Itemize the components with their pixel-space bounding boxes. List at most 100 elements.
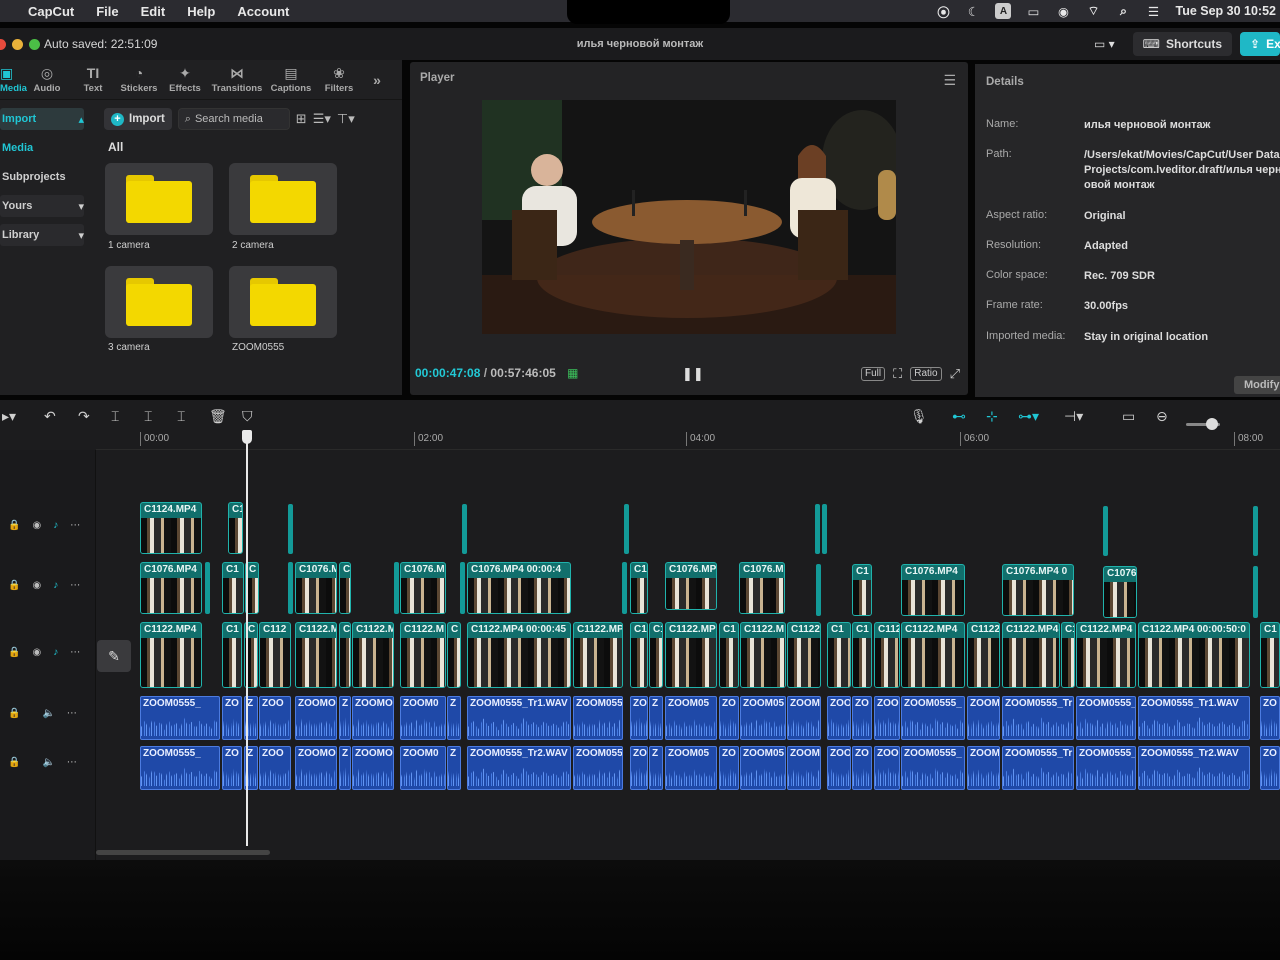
audio-clip[interactable]: ZOOM05 (665, 746, 717, 790)
lock-icon[interactable]: 🔒 (8, 580, 20, 591)
audio-clip[interactable]: Z (649, 696, 663, 740)
clip-marker[interactable] (624, 504, 629, 554)
audio-clip[interactable]: ZOOM0 (400, 696, 446, 740)
audio-clip[interactable]: ZOOM0555_Tr (1002, 696, 1074, 740)
video-clip[interactable]: C1 (719, 622, 739, 688)
moon-icon[interactable]: ☾ (965, 3, 981, 19)
export-button[interactable]: ⇪ Ex (1240, 32, 1280, 56)
import-button[interactable]: + Import (104, 108, 172, 130)
video-clip[interactable]: C1122.M (400, 622, 446, 688)
eye-icon[interactable]: ◉ (32, 580, 41, 591)
video-clip[interactable]: C112 (259, 622, 291, 688)
more-icon[interactable]: ⋯ (70, 520, 80, 531)
video-clip[interactable]: C1124.MP4 (140, 502, 202, 554)
tab-audio[interactable]: ◎ Audio (24, 65, 70, 94)
video-clip[interactable]: C (339, 622, 351, 688)
clip-marker[interactable] (1103, 506, 1108, 556)
control-center-icon[interactable]: ☰ (1145, 3, 1161, 19)
video-clip[interactable]: C1076.MP4 (901, 564, 965, 616)
shortcuts-button[interactable]: ⌨ Shortcuts (1132, 32, 1232, 56)
clip-marker[interactable] (622, 562, 627, 614)
video-clip[interactable]: C1 (222, 562, 244, 614)
preview-axis-icon[interactable]: ⊶▾ (1018, 408, 1039, 425)
video-clip[interactable]: C1122.MP4 (1002, 622, 1060, 688)
audio-link-icon[interactable]: ♪ (53, 520, 58, 531)
user-switch-icon[interactable]: ◉ (1055, 3, 1071, 19)
search-icon[interactable]: ⌕ (1115, 3, 1131, 19)
video-clip[interactable]: C1 (827, 622, 851, 688)
video-clip[interactable]: C1 (1061, 622, 1075, 688)
keyboard-layout-icon[interactable]: A (995, 3, 1012, 19)
link-clips-icon[interactable]: ⊷ (952, 408, 966, 425)
eye-icon[interactable]: ◉ (32, 520, 41, 531)
clip-marker[interactable] (1253, 506, 1258, 556)
audio-clip[interactable]: ZOOM0555_ (901, 696, 965, 740)
timeline-ruler[interactable]: 00:00 02:00 04:00 06:00 08:00 (96, 430, 1280, 450)
microphone-icon[interactable]: 🎙 (910, 408, 928, 425)
audio-clip[interactable]: ZOOM0555_ (1076, 696, 1136, 740)
video-clip[interactable]: C1122 (967, 622, 1000, 688)
media-filter-all[interactable]: All (108, 140, 123, 154)
audio-clip[interactable]: ZOOM (967, 696, 1000, 740)
video-clip[interactable]: C (339, 562, 351, 614)
audio-clip[interactable]: ZO (222, 696, 242, 740)
video-clip[interactable]: C1076 (1103, 566, 1137, 618)
video-clip[interactable]: C1122.MP (573, 622, 623, 688)
eye-icon[interactable]: ◉ (32, 647, 41, 658)
audio-clip[interactable]: ZOOM055 (573, 696, 623, 740)
audio-clip[interactable]: ZOO (874, 746, 900, 790)
sidebar-item-yours[interactable]: Yours ▾ (0, 195, 84, 217)
auto-snap-icon[interactable]: ⊹ (986, 408, 998, 425)
audio-clip[interactable]: Z (447, 746, 461, 790)
video-clip[interactable]: C1076.MP4 (140, 562, 202, 614)
audio-clip[interactable]: ZO (1260, 696, 1280, 740)
audio-clip[interactable]: ZOOM0555_Tr1.WAV (467, 696, 571, 740)
minimize-window-button[interactable] (12, 38, 23, 50)
video-clip[interactable]: C1076.M (295, 562, 337, 614)
audio-clip[interactable]: ZOOM05 (665, 696, 717, 740)
video-clip[interactable]: C1122.MP4 (901, 622, 965, 688)
clip-marker[interactable] (462, 504, 467, 554)
video-clip[interactable]: C1122.M (740, 622, 786, 688)
clip-marker[interactable] (822, 504, 827, 554)
audio-clip[interactable]: ZOO (874, 696, 900, 740)
audio-clip[interactable]: ZOO (259, 746, 291, 790)
tab-effects[interactable]: ✦ Effects (162, 65, 208, 94)
audio-clip[interactable]: ZOOMO (352, 746, 394, 790)
split-audio-icon[interactable]: ⊣▾ (1064, 408, 1083, 425)
sidebar-item-subprojects[interactable]: Subprojects (0, 166, 84, 188)
full-quality-button[interactable]: Full (861, 367, 886, 381)
video-clip[interactable]: C1122.MP4 (1076, 622, 1136, 688)
video-clip[interactable]: C1122.M (352, 622, 394, 688)
video-preview[interactable] (482, 100, 896, 334)
audio-clip[interactable]: ZO (630, 746, 648, 790)
video-clip[interactable]: C1076.MP (665, 562, 717, 610)
video-clip[interactable]: C1122. (787, 622, 821, 688)
video-clip[interactable]: C1122.M (295, 622, 337, 688)
audio-clip[interactable]: ZOOM0 (400, 746, 446, 790)
video-clip[interactable]: C1 (852, 564, 872, 616)
clip-marker[interactable] (1253, 566, 1258, 618)
sort-icon[interactable]: ☰▾ (313, 111, 331, 127)
video-clip[interactable]: C1122.MP (665, 622, 717, 688)
video-clip[interactable]: C1076.MP4 00:00:4 (467, 562, 571, 614)
audio-link-icon[interactable]: ♪ (53, 647, 58, 658)
menu-file[interactable]: File (96, 4, 118, 19)
battery-icon[interactable]: ▭ (1025, 3, 1041, 19)
video-clip[interactable]: C1 (852, 622, 872, 688)
clip-marker[interactable] (288, 562, 293, 614)
video-clip[interactable]: C1 (222, 622, 242, 688)
menu-edit[interactable]: Edit (141, 4, 166, 19)
audio-clip[interactable]: ZOOM0555_Tr1.WAV (1138, 696, 1250, 740)
audio-clip[interactable]: ZOOM0555_Tr2.WAV (467, 746, 571, 790)
folder-card-zoom0555[interactable] (229, 266, 337, 338)
video-clip[interactable]: C1 (630, 562, 648, 614)
lock-icon[interactable]: 🔒 (8, 757, 20, 768)
undo-icon[interactable]: ↶ (44, 408, 56, 425)
more-icon[interactable]: ⋯ (67, 708, 77, 719)
wifi-icon[interactable]: ⌔ (1085, 3, 1101, 19)
pause-button[interactable]: ❚❚ (682, 366, 704, 382)
video-clip[interactable]: C1 (1260, 622, 1280, 688)
audio-clip[interactable]: ZOOM (967, 746, 1000, 790)
folder-card-3-camera[interactable] (105, 266, 213, 338)
